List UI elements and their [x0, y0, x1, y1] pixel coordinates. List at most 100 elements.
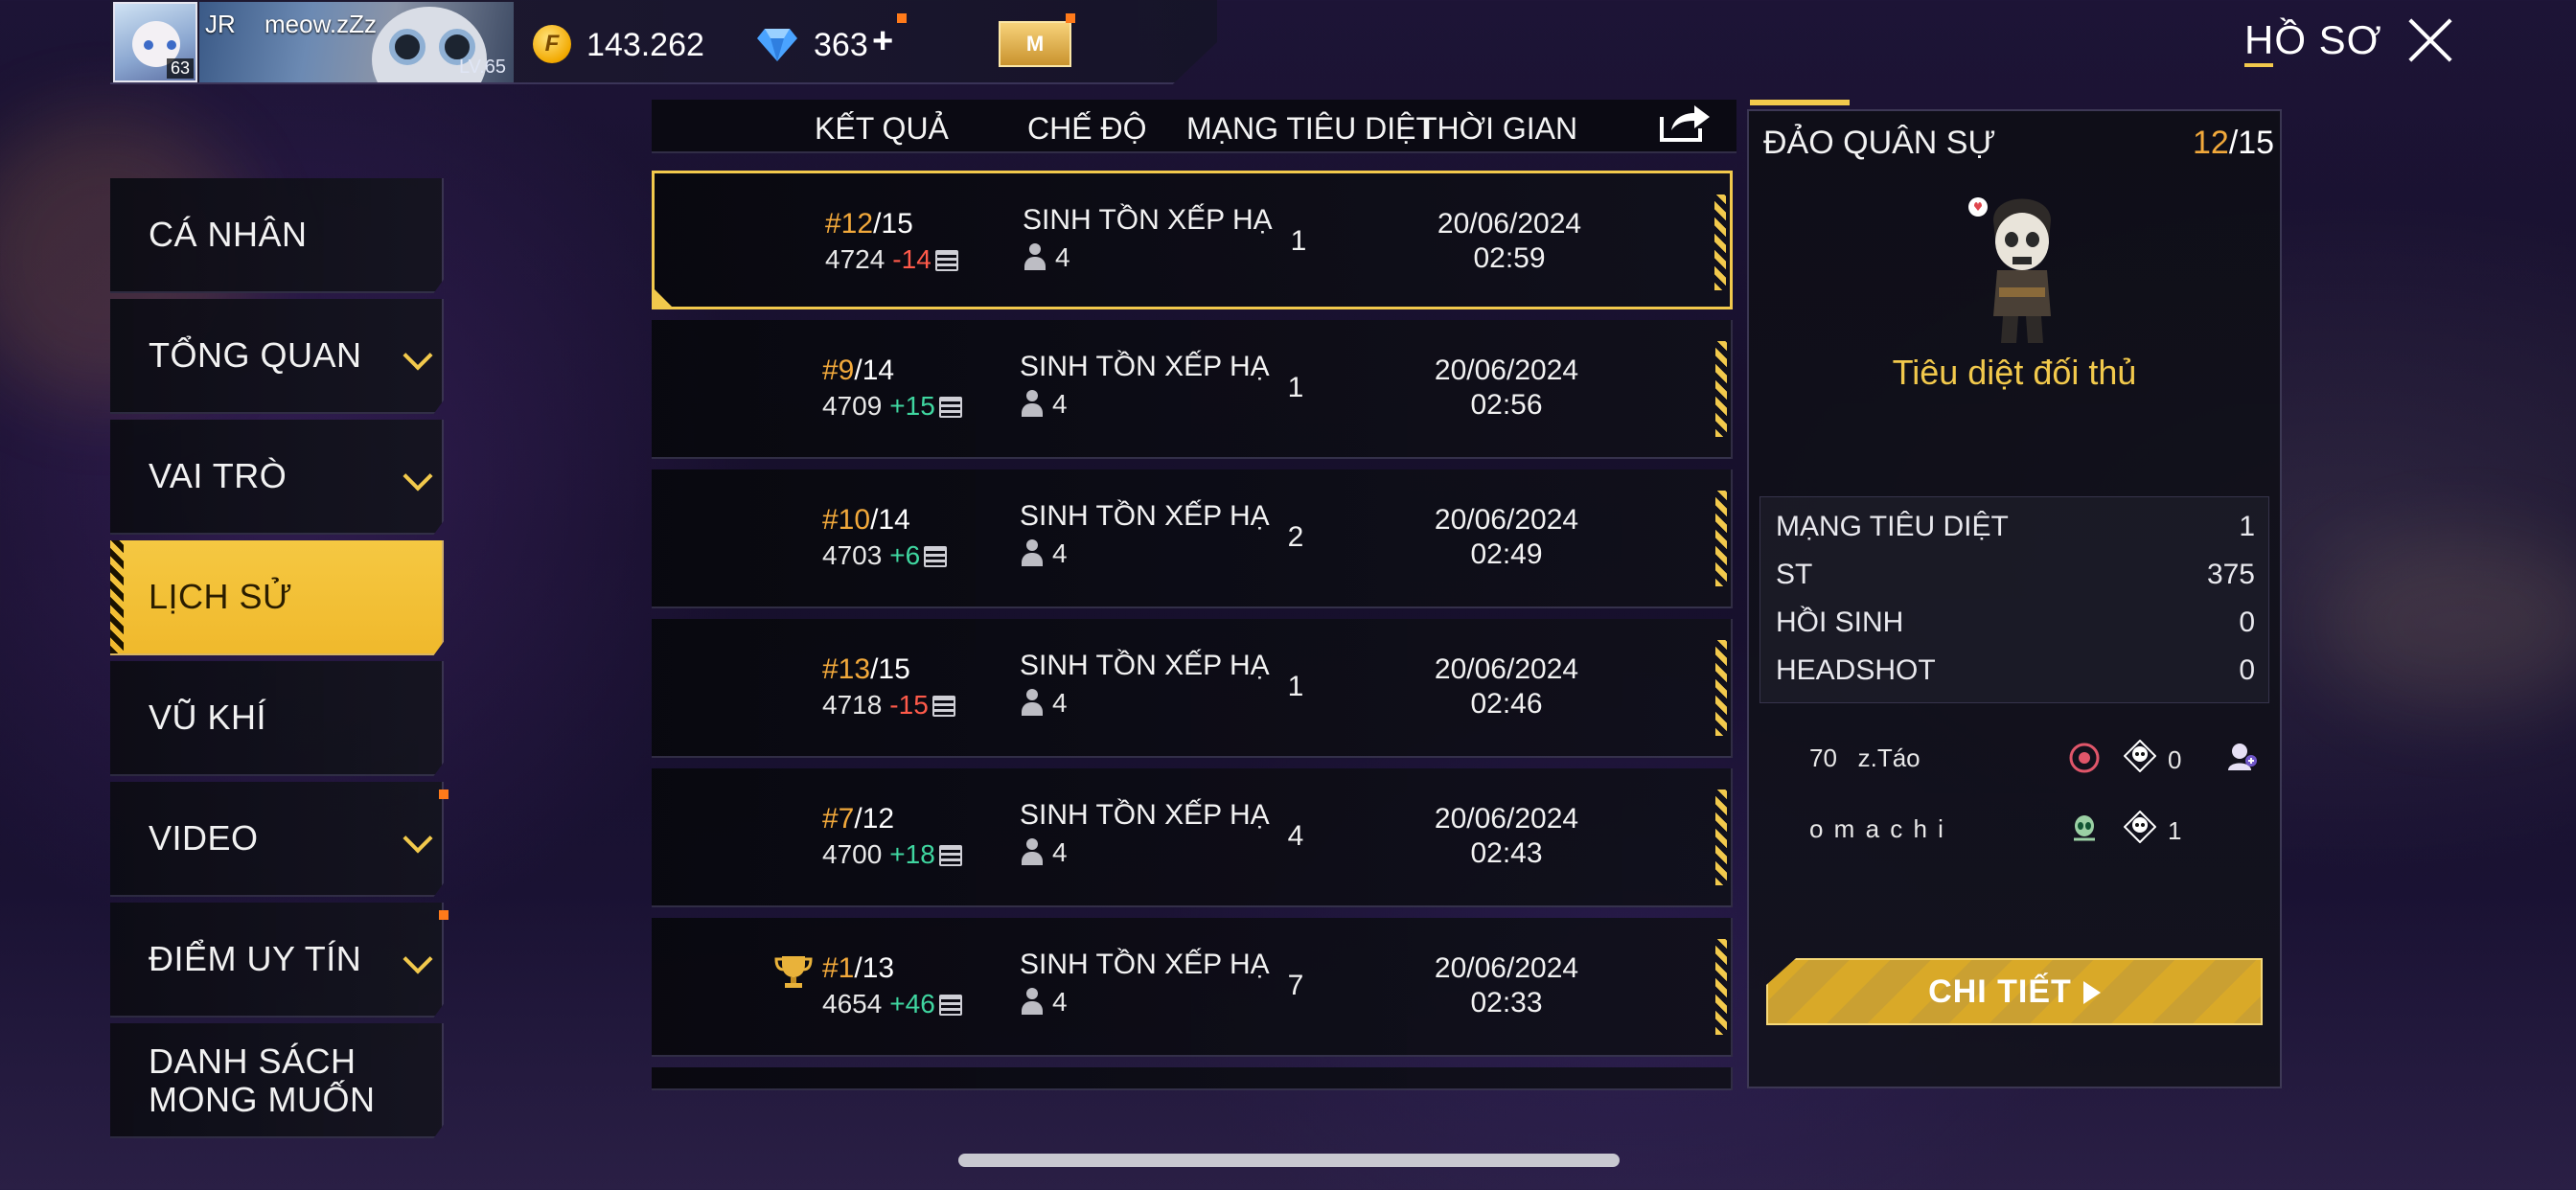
- teammate-row[interactable]: 70 z.Táo: [1809, 744, 1920, 773]
- stat-row: ST 375: [1776, 559, 2255, 606]
- player-level: LV.65: [459, 57, 506, 78]
- teammate-name: o m a c h i: [1809, 814, 1945, 843]
- avatar[interactable]: 63: [113, 2, 197, 82]
- match-kills: 1: [1287, 671, 1304, 702]
- panel-accent: [1750, 100, 1850, 105]
- share-icon[interactable]: [1658, 102, 1712, 144]
- sidebar-item-label: LỊCH SỬ: [149, 577, 293, 616]
- sidebar-item-reputation[interactable]: ĐIỂM UY TÍN: [110, 903, 444, 1018]
- sidebar-item-label: DANH SÁCH MONG MUỐN: [149, 1042, 375, 1119]
- alien-badge-icon: [2074, 815, 2095, 841]
- match-row[interactable]: #9/14 4709 +15 SINH TỒN XẾP HẠ 4 1 20/06/…: [652, 320, 1733, 459]
- match-kills: 1: [1290, 225, 1307, 257]
- match-row[interactable]: #7/12 4700 +18 SINH TỒN XẾP HẠ 4 4 20/06/…: [652, 768, 1733, 907]
- avatar-eye-right: [167, 40, 176, 50]
- match-row[interactable]: #10/14 4703 +6 SINH TỒN XẾP HẠ 4 2 20/06/…: [652, 469, 1733, 608]
- match-score: 4703 +6: [822, 540, 948, 571]
- sidebar-item-label-line2: MONG MUỐN: [149, 1080, 376, 1119]
- stat-label: HEADSHOT: [1776, 654, 1936, 686]
- match-rank: #7/12: [822, 803, 895, 835]
- match-date: 20/06/2024: [1434, 803, 1579, 835]
- sidebar-item-label-line1: DANH SÁCH: [149, 1041, 356, 1081]
- list-icon: [938, 845, 962, 866]
- detail-button[interactable]: CHI TIẾT: [1766, 958, 2263, 1025]
- match-date: 20/06/2024: [1434, 952, 1579, 984]
- match-time: 02:43: [1470, 837, 1543, 869]
- match-time: 02:59: [1473, 242, 1546, 274]
- chevron-down-icon: [402, 461, 433, 492]
- trophy-icon: [774, 956, 813, 988]
- selected-corner: [655, 289, 672, 307]
- list-icon: [938, 397, 962, 418]
- match-mode: SINH TỒN XẾP HẠ: [1020, 351, 1270, 382]
- person-icon: [1020, 539, 1045, 566]
- match-score: 4724 -14: [825, 244, 958, 275]
- column-time: THỜI GIAN: [1418, 111, 1578, 146]
- sidebar-item-history[interactable]: LỊCH SỬ: [110, 540, 444, 655]
- match-squad: 4: [1020, 987, 1068, 1018]
- teammate-row[interactable]: o m a c h i: [1809, 814, 1945, 844]
- sidebar-item-label: ĐIỂM UY TÍN: [149, 939, 362, 978]
- sidebar-item-role[interactable]: VAI TRÒ: [110, 420, 444, 535]
- sidebar-item-overview[interactable]: TỔNG QUAN: [110, 299, 444, 414]
- match-time: 02:49: [1470, 538, 1543, 570]
- stat-label: MẠNG TIÊU DIỆT: [1776, 511, 2009, 542]
- match-row[interactable]: #12/15 4724 -14 SINH TỒN XẾP HẠ 4 1 20/06…: [652, 171, 1733, 309]
- list-icon: [934, 250, 958, 271]
- match-squad: 4: [1020, 538, 1068, 569]
- profile-banner[interactable]: JR meow.zZz LV.65: [199, 2, 514, 82]
- home-indicator[interactable]: [958, 1154, 1620, 1167]
- sidebar-item-weapons[interactable]: VŨ KHÍ: [110, 661, 444, 776]
- match-kills: 7: [1287, 970, 1304, 1001]
- row-stripe: [1715, 640, 1727, 736]
- match-squad: 4: [1020, 688, 1068, 719]
- add-diamond-button[interactable]: +: [872, 21, 893, 62]
- active-stripes: [110, 540, 124, 653]
- match-time: 02:46: [1470, 688, 1543, 720]
- skull-icon: [2124, 740, 2156, 772]
- row-stripe: [1715, 790, 1727, 885]
- sidebar-item-label: VAI TRÒ: [149, 456, 288, 495]
- row-stripe: [1715, 939, 1727, 1035]
- notification-dot: [439, 790, 448, 799]
- sidebar-item-personal[interactable]: CÁ NHÂN: [110, 178, 444, 293]
- sidebar-item-video[interactable]: VIDEO: [110, 782, 444, 897]
- match-row[interactable]: #13/15 4718 -15 SINH TỒN XẾP HẠ 4 1 20/06…: [652, 619, 1733, 758]
- map-name: ĐẢO QUÂN SỰ: [1763, 125, 1996, 161]
- match-date: 20/06/2024: [1434, 355, 1579, 386]
- stat-row: HEADSHOT 0: [1776, 654, 2255, 702]
- match-score: 4709 +15: [822, 391, 962, 422]
- page-title: HỒ SƠ: [2244, 17, 2382, 62]
- row-stripe: [1715, 341, 1727, 437]
- notification-dot: [1066, 13, 1075, 23]
- panel-subtitle: Tiêu diệt đối thủ: [1892, 353, 2137, 392]
- membership-badge[interactable]: M: [999, 21, 1071, 67]
- match-rank: #1/13: [822, 952, 895, 984]
- close-icon[interactable]: [2405, 15, 2455, 65]
- column-result: KẾT QUẢ: [815, 111, 949, 146]
- stat-label: HỒI SINH: [1776, 606, 1904, 638]
- match-time: 02:33: [1470, 987, 1543, 1018]
- gold-coin-icon: F: [533, 25, 571, 63]
- sidebar-item-wishlist[interactable]: DANH SÁCH MONG MUỐN: [110, 1023, 444, 1138]
- stat-value: 375: [2206, 559, 2255, 590]
- sidebar-item-label: VŨ KHÍ: [149, 698, 267, 737]
- add-friend-icon[interactable]: [2225, 740, 2258, 772]
- match-row-partial[interactable]: [652, 1067, 1733, 1090]
- chevron-down-icon: [402, 340, 433, 371]
- match-mode: SINH TỒN XẾP HẠ: [1020, 500, 1270, 532]
- match-row[interactable]: #1/13 4654 +46 SINH TỒN XẾP HẠ 4 7 20/06/…: [652, 918, 1733, 1057]
- play-arrow-icon: [2082, 981, 2101, 1004]
- match-mode: SINH TỒN XẾP HẠ: [1023, 204, 1273, 236]
- column-mode: CHẾ ĐỘ: [1027, 111, 1147, 146]
- stats-table[interactable]: MẠNG TIÊU DIỆT 1 ST 375 HỒI SINH 0 HEADS…: [1760, 496, 2269, 703]
- teammate-name: z.Táo: [1857, 744, 1920, 772]
- stat-value: 1: [2239, 511, 2255, 542]
- list-icon: [932, 696, 955, 717]
- match-kills: 2: [1287, 521, 1304, 553]
- character-avatar-icon: [1968, 197, 2051, 343]
- match-rank: #12/15: [825, 208, 913, 240]
- person-icon: [1020, 689, 1045, 716]
- detail-button-label: CHI TIẾT: [1768, 973, 2261, 1011]
- notification-dot: [439, 910, 448, 920]
